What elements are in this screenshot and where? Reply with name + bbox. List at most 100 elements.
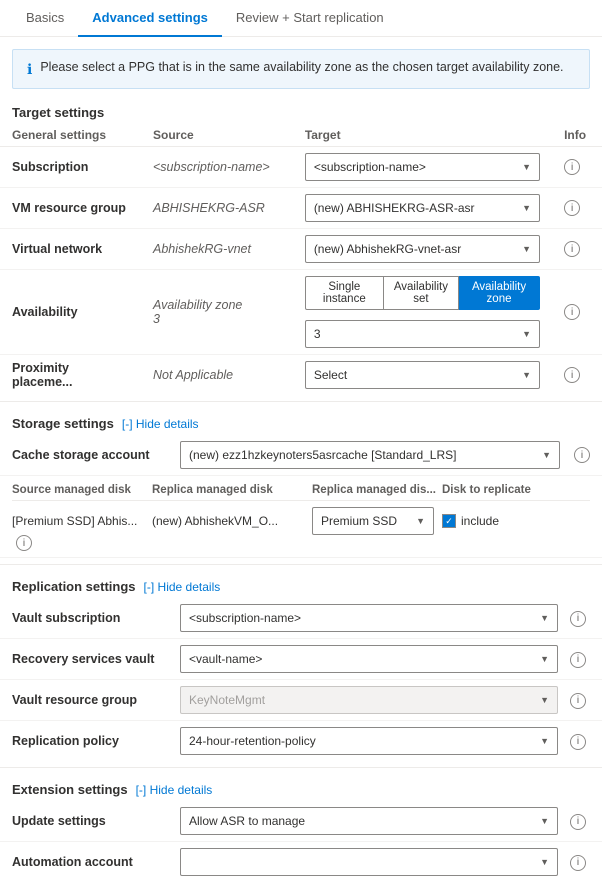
- chevron-down-icon: ▼: [540, 613, 549, 623]
- cache-storage-dropdown-value: (new) ezz1hzkeynoters5asrcache [Standard…: [189, 448, 456, 462]
- vault-resource-group-dropdown[interactable]: KeyNoteMgmt ▼: [180, 686, 558, 714]
- include-checkbox[interactable]: ✓: [442, 514, 456, 528]
- info-circle-icon[interactable]: i: [564, 304, 580, 320]
- include-label: include: [461, 514, 499, 528]
- proximity-placement-source: Not Applicable: [153, 368, 233, 382]
- subscription-label: Subscription: [12, 160, 88, 174]
- automation-account-label: Automation account: [12, 855, 172, 869]
- storage-data-row: [Premium SSD] Abhis... (new) AbhishekVM_…: [0, 501, 602, 558]
- chevron-down-icon: ▼: [540, 695, 549, 705]
- recovery-services-vault-label: Recovery services vault: [12, 652, 172, 666]
- update-settings-dropdown[interactable]: Allow ASR to manage ▼: [180, 807, 558, 835]
- table-row: Virtual network AbhishekRG-vnet (new) Ab…: [0, 229, 602, 270]
- checkmark-icon: ✓: [445, 516, 453, 527]
- chevron-down-icon: ▼: [522, 162, 531, 172]
- replication-policy-value: 24-hour-retention-policy ▼: [180, 727, 558, 755]
- vault-subscription-label: Vault subscription: [12, 611, 172, 625]
- info-circle-icon[interactable]: i: [570, 652, 586, 668]
- automation-account-row: Automation account ▼ i: [0, 842, 602, 882]
- extension-hide-link[interactable]: [-] Hide details: [136, 783, 213, 797]
- info-circle-icon[interactable]: i: [564, 241, 580, 257]
- cache-storage-label: Cache storage account: [12, 448, 172, 462]
- info-circle-icon[interactable]: i: [570, 734, 586, 750]
- tab-advanced-settings[interactable]: Advanced settings: [78, 0, 222, 37]
- vault-resource-group-row: Vault resource group KeyNoteMgmt ▼ i: [0, 680, 602, 721]
- replication-policy-dropdown[interactable]: 24-hour-retention-policy ▼: [180, 727, 558, 755]
- automation-account-dropdown[interactable]: ▼: [180, 848, 558, 876]
- chevron-down-icon: ▼: [522, 203, 531, 213]
- cache-storage-dropdown[interactable]: (new) ezz1hzkeynoters5asrcache [Standard…: [180, 441, 560, 469]
- extension-settings-header: Extension settings [-] Hide details: [0, 774, 602, 801]
- col-header-source: Source: [141, 124, 293, 147]
- tab-bar: Basics Advanced settings Review + Start …: [0, 0, 602, 37]
- availability-label: Availability: [12, 305, 78, 319]
- availability-target: Single instance Availability set Availab…: [305, 276, 540, 348]
- vault-subscription-dropdown[interactable]: <subscription-name> ▼: [180, 604, 558, 632]
- recovery-services-vault-dropdown-value: <vault-name>: [189, 652, 262, 666]
- availability-source-line2: 3: [153, 312, 281, 326]
- vm-resource-group-label: VM resource group: [12, 201, 126, 215]
- info-circle-icon[interactable]: i: [570, 814, 586, 830]
- subscription-dropdown-value: <subscription-name>: [314, 160, 426, 174]
- info-circle-icon[interactable]: i: [570, 855, 586, 871]
- storage-col-disk-replicate: Disk to replicate: [442, 480, 590, 501]
- replication-policy-dropdown-value: 24-hour-retention-policy: [189, 734, 316, 748]
- proximity-placement-dropdown-value: Select: [314, 368, 347, 382]
- info-circle-icon[interactable]: i: [564, 159, 580, 175]
- tab-basics[interactable]: Basics: [12, 0, 78, 37]
- chevron-down-icon: ▼: [522, 244, 531, 254]
- info-circle-icon[interactable]: i: [16, 535, 32, 551]
- tab-review-start[interactable]: Review + Start replication: [222, 0, 398, 37]
- info-circle-icon[interactable]: i: [574, 447, 590, 463]
- availability-buttons: Single instance Availability set Availab…: [305, 276, 540, 310]
- vault-subscription-row: Vault subscription <subscription-name> ▼…: [0, 598, 602, 639]
- virtual-network-dropdown[interactable]: (new) AbhishekRG-vnet-asr ▼: [305, 235, 540, 263]
- chevron-down-icon: ▼: [416, 516, 425, 526]
- recovery-services-vault-dropdown[interactable]: <vault-name> ▼: [180, 645, 558, 673]
- replication-hide-link[interactable]: [-] Hide details: [144, 580, 221, 594]
- availability-zone-dropdown[interactable]: 3 ▼: [305, 320, 540, 348]
- storage-col-replica-disk: Replica managed disk: [152, 480, 312, 501]
- avail-availability-zone-button[interactable]: Availability zone: [459, 276, 540, 310]
- vm-resource-group-dropdown[interactable]: (new) ABHISHEKRG-ASR-asr ▼: [305, 194, 540, 222]
- recovery-services-vault-value: <vault-name> ▼: [180, 645, 558, 673]
- update-settings-dropdown-value: Allow ASR to manage: [189, 814, 305, 828]
- virtual-network-label: Virtual network: [12, 242, 102, 256]
- avail-availability-set-button[interactable]: Availability set: [384, 276, 459, 310]
- info-circle-icon[interactable]: i: [564, 200, 580, 216]
- extension-settings-rows: Update settings Allow ASR to manage ▼ i …: [0, 801, 602, 882]
- storage-settings-title: Storage settings: [12, 416, 114, 431]
- vm-resource-group-dropdown-value: (new) ABHISHEKRG-ASR-asr: [314, 201, 475, 215]
- replication-policy-row: Replication policy 24-hour-retention-pol…: [0, 721, 602, 761]
- replica-disk-cell: (new) AbhishekVM_O...: [152, 514, 312, 528]
- recovery-services-vault-row: Recovery services vault <vault-name> ▼ i: [0, 639, 602, 680]
- storage-col-replica-dis: Replica managed dis...: [312, 480, 442, 501]
- avail-single-instance-button[interactable]: Single instance: [305, 276, 384, 310]
- automation-account-value: ▼: [180, 848, 558, 876]
- storage-hide-link[interactable]: [-] Hide details: [122, 417, 199, 431]
- vault-resource-group-value: KeyNoteMgmt ▼: [180, 686, 558, 714]
- chevron-down-icon: ▼: [540, 857, 549, 867]
- info-circle-icon[interactable]: i: [570, 611, 586, 627]
- info-circle-icon[interactable]: i: [564, 367, 580, 383]
- chevron-down-icon: ▼: [540, 736, 549, 746]
- divider: [0, 767, 602, 768]
- info-circle-icon[interactable]: i: [570, 693, 586, 709]
- proximity-placement-dropdown[interactable]: Select ▼: [305, 361, 540, 389]
- extension-settings-title: Extension settings: [12, 782, 128, 797]
- info-banner-text: Please select a PPG that is in the same …: [40, 60, 563, 74]
- cache-storage-row: Cache storage account (new) ezz1hzkeynot…: [0, 435, 602, 476]
- chevron-down-icon: ▼: [540, 816, 549, 826]
- replica-dis-cell: Premium SSD ▼: [312, 507, 442, 535]
- replica-dis-dropdown[interactable]: Premium SSD ▼: [312, 507, 434, 535]
- disk-replicate-cell: ✓ include: [442, 514, 590, 528]
- subscription-dropdown[interactable]: <subscription-name> ▼: [305, 153, 540, 181]
- table-row: Proximity placeme... Not Applicable Sele…: [0, 355, 602, 396]
- replication-settings-rows: Vault subscription <subscription-name> ▼…: [0, 598, 602, 761]
- replication-settings-header: Replication settings [-] Hide details: [0, 571, 602, 598]
- chevron-down-icon: ▼: [542, 450, 551, 460]
- storage-settings-header: Storage settings [-] Hide details: [0, 408, 602, 435]
- chevron-down-icon: ▼: [522, 329, 531, 339]
- divider: [0, 564, 602, 565]
- target-settings-title: Target settings: [0, 97, 602, 124]
